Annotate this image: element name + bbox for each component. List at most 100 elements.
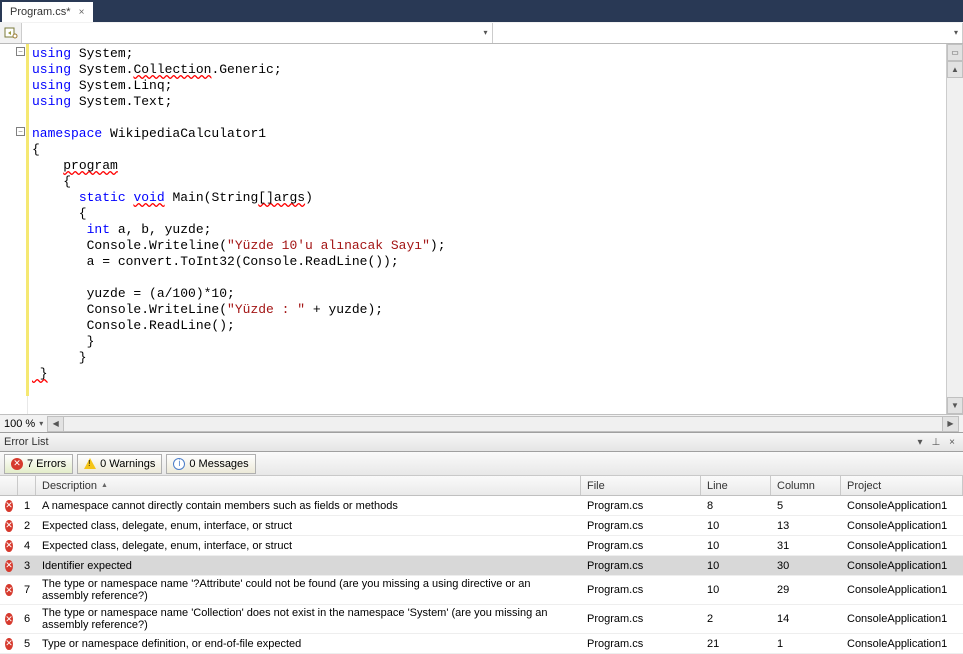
chevron-down-icon: ▾ xyxy=(954,28,958,37)
editor-toolbar: ▾ ▾ xyxy=(0,22,963,44)
code-content[interactable]: using System; using System.Collection.Ge… xyxy=(28,44,946,414)
table-row[interactable]: ✕3Identifier expectedProgram.cs1030Conso… xyxy=(0,556,963,576)
info-icon: i xyxy=(173,458,185,470)
tab-program-cs[interactable]: Program.cs* × xyxy=(2,2,93,22)
scope-combo-right[interactable]: ▾ xyxy=(493,23,963,43)
pin-icon[interactable]: ⊥ xyxy=(929,435,943,449)
chevron-down-icon[interactable]: ▾ xyxy=(39,419,43,428)
row-description: Identifier expected xyxy=(36,558,581,574)
row-index: 4 xyxy=(18,538,36,554)
sort-asc-icon: ▲ xyxy=(101,482,108,489)
col-index[interactable] xyxy=(18,476,36,495)
navigate-icon[interactable] xyxy=(0,23,22,43)
row-project: ConsoleApplication1 xyxy=(841,558,963,574)
col-project[interactable]: Project xyxy=(841,476,963,495)
error-icon: ✕ xyxy=(0,498,18,514)
scroll-left-icon[interactable]: ◀ xyxy=(48,417,64,431)
row-index: 1 xyxy=(18,498,36,514)
row-column: 1 xyxy=(771,636,841,652)
scope-combo-left[interactable]: ▾ xyxy=(22,23,493,43)
row-column: 30 xyxy=(771,558,841,574)
row-line: 10 xyxy=(701,558,771,574)
scroll-right-icon[interactable]: ▶ xyxy=(942,417,958,431)
filter-label: 7 Errors xyxy=(27,458,66,470)
row-column: 5 xyxy=(771,498,841,514)
row-line: 10 xyxy=(701,518,771,534)
filter-errors[interactable]: ✕ 7 Errors xyxy=(4,454,73,474)
row-column: 13 xyxy=(771,518,841,534)
col-icon[interactable] xyxy=(0,476,18,495)
grid-header: Description▲ File Line Column Project xyxy=(0,476,963,496)
row-column: 29 xyxy=(771,582,841,598)
col-file[interactable]: File xyxy=(581,476,701,495)
table-row[interactable]: ✕4Expected class, delegate, enum, interf… xyxy=(0,536,963,556)
close-icon[interactable]: × xyxy=(77,7,87,17)
row-description: Expected class, delegate, enum, interfac… xyxy=(36,538,581,554)
split-icon[interactable]: ▭ xyxy=(947,44,963,61)
vertical-scrollbar[interactable]: ▭ ▲ ▼ xyxy=(946,44,963,414)
error-icon: ✕ xyxy=(0,558,18,574)
scroll-track[interactable] xyxy=(947,78,963,397)
filter-messages[interactable]: i 0 Messages xyxy=(166,454,255,474)
row-project: ConsoleApplication1 xyxy=(841,582,963,598)
col-description[interactable]: Description▲ xyxy=(36,476,581,495)
row-line: 10 xyxy=(701,582,771,598)
filter-label: 0 Messages xyxy=(189,458,248,470)
row-description: Type or namespace definition, or end-of-… xyxy=(36,636,581,652)
chevron-down-icon: ▾ xyxy=(483,28,487,37)
tab-strip: Program.cs* × xyxy=(0,0,963,22)
row-project: ConsoleApplication1 xyxy=(841,636,963,652)
close-icon[interactable]: × xyxy=(945,435,959,449)
scroll-up-icon[interactable]: ▲ xyxy=(947,61,963,78)
row-description: The type or namespace name 'Collection' … xyxy=(36,605,581,633)
horizontal-scrollbar[interactable]: ◀ ▶ xyxy=(47,416,959,432)
row-project: ConsoleApplication1 xyxy=(841,538,963,554)
error-icon: ✕ xyxy=(0,538,18,554)
error-grid: Description▲ File Line Column Project ✕1… xyxy=(0,476,963,654)
error-icon: ✕ xyxy=(0,611,18,627)
error-icon: ✕ xyxy=(0,636,18,652)
tab-label: Program.cs* xyxy=(10,6,71,18)
table-row[interactable]: ✕6The type or namespace name 'Collection… xyxy=(0,605,963,634)
row-file: Program.cs xyxy=(581,582,701,598)
row-line: 10 xyxy=(701,538,771,554)
errorlist-filters: ✕ 7 Errors 0 Warnings i 0 Messages xyxy=(0,452,963,476)
row-project: ConsoleApplication1 xyxy=(841,518,963,534)
row-project: ConsoleApplication1 xyxy=(841,498,963,514)
row-file: Program.cs xyxy=(581,538,701,554)
row-file: Program.cs xyxy=(581,558,701,574)
fold-toggle[interactable]: − xyxy=(16,47,25,56)
table-row[interactable]: ✕2Expected class, delegate, enum, interf… xyxy=(0,516,963,536)
row-file: Program.cs xyxy=(581,636,701,652)
zoom-level[interactable]: 100 % xyxy=(4,418,35,430)
row-index: 3 xyxy=(18,558,36,574)
row-description: Expected class, delegate, enum, interfac… xyxy=(36,518,581,534)
col-column[interactable]: Column xyxy=(771,476,841,495)
row-description: The type or namespace name '?Attribute' … xyxy=(36,576,581,604)
error-icon: ✕ xyxy=(0,582,18,598)
row-line: 8 xyxy=(701,498,771,514)
window-position-icon[interactable]: ▾ xyxy=(913,435,927,449)
row-index: 6 xyxy=(18,611,36,627)
panel-title: Error List xyxy=(4,436,49,448)
table-row[interactable]: ✕5Type or namespace definition, or end-o… xyxy=(0,634,963,654)
row-index: 5 xyxy=(18,636,36,652)
row-file: Program.cs xyxy=(581,611,701,627)
filter-label: 0 Warnings xyxy=(100,458,155,470)
table-row[interactable]: ✕7The type or namespace name '?Attribute… xyxy=(0,576,963,605)
table-row[interactable]: ✕1A namespace cannot directly contain me… xyxy=(0,496,963,516)
error-icon: ✕ xyxy=(0,518,18,534)
col-line[interactable]: Line xyxy=(701,476,771,495)
row-project: ConsoleApplication1 xyxy=(841,611,963,627)
errorlist-titlebar: Error List ▾ ⊥ × xyxy=(0,432,963,452)
row-line: 2 xyxy=(701,611,771,627)
fold-toggle[interactable]: − xyxy=(16,127,25,136)
filter-warnings[interactable]: 0 Warnings xyxy=(77,454,162,474)
warning-icon xyxy=(84,458,96,469)
error-icon: ✕ xyxy=(11,458,23,470)
code-editor[interactable]: − − using System; using System.Collectio… xyxy=(0,44,963,414)
row-index: 2 xyxy=(18,518,36,534)
row-file: Program.cs xyxy=(581,498,701,514)
scroll-down-icon[interactable]: ▼ xyxy=(947,397,963,414)
row-line: 21 xyxy=(701,636,771,652)
